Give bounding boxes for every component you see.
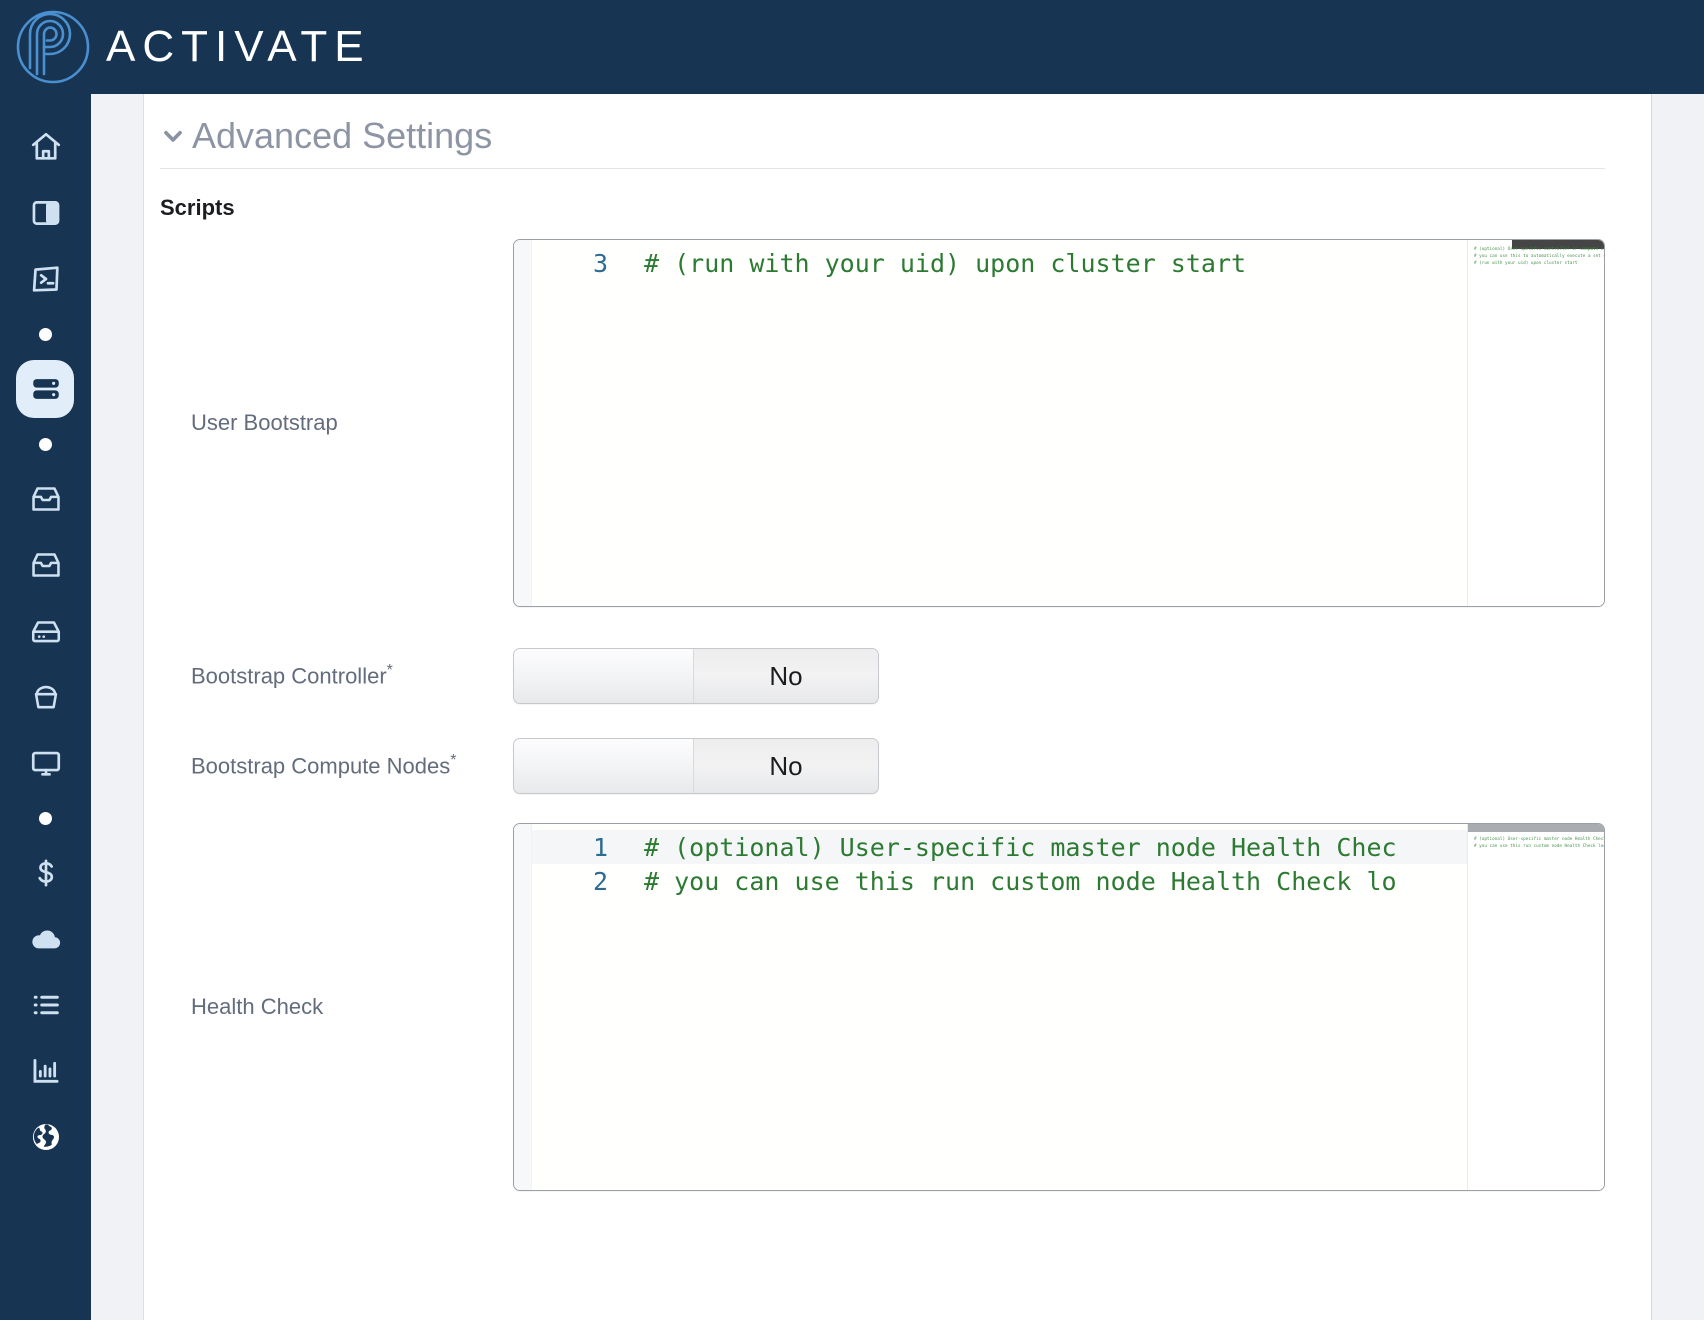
bootstrap-compute-nodes-label: Bootstrap Compute Nodes* bbox=[160, 752, 513, 779]
dollar-icon bbox=[29, 856, 63, 890]
sidebar-item-reports[interactable] bbox=[0, 1038, 91, 1104]
health-check-control: 1 # (optional) User-specific master node… bbox=[513, 823, 1605, 1191]
bootstrap-controller-toggle[interactable]: No bbox=[513, 648, 879, 704]
bootstrap-controller-label-text: Bootstrap Controller bbox=[191, 663, 387, 689]
sidebar-item-buckets[interactable] bbox=[0, 664, 91, 730]
sidebar-item-inbox-2[interactable] bbox=[0, 532, 91, 598]
toggle-value[interactable]: No bbox=[694, 649, 878, 703]
bootstrap-controller-label: Bootstrap Controller* bbox=[160, 662, 513, 689]
toggle-knob[interactable] bbox=[514, 739, 694, 793]
user-bootstrap-label-text: User Bootstrap bbox=[191, 410, 338, 435]
panel-icon bbox=[29, 196, 63, 230]
required-marker: * bbox=[450, 752, 457, 770]
scripts-subsection-title: Scripts bbox=[160, 195, 235, 220]
sidebar-separator-dot-1 bbox=[0, 312, 91, 356]
sidebar-item-terminal[interactable] bbox=[0, 246, 91, 312]
field-row-bootstrap-controller: Bootstrap Controller* No bbox=[160, 631, 1605, 721]
editor-text-area[interactable]: 3 # (run with your uid) upon cluster sta… bbox=[532, 240, 1467, 606]
editor-minimap[interactable]: # (optional) User-specific master node H… bbox=[1467, 824, 1604, 1190]
sidebar-item-jobs-list[interactable] bbox=[0, 972, 91, 1038]
monitor-icon bbox=[29, 746, 63, 780]
sidebar-item-clusters[interactable] bbox=[0, 356, 91, 422]
top-header-bar: ACTIVATE bbox=[0, 0, 1704, 94]
sidebar-item-remote-desktop[interactable] bbox=[0, 730, 91, 796]
health-check-label-text: Health Check bbox=[191, 994, 324, 1019]
activate-fingerprint-logo-icon[interactable] bbox=[14, 8, 92, 86]
content-area: Advanced Settings Scripts User Bootstrap… bbox=[91, 94, 1704, 1320]
minimap-line: # you can use this run custom node Healt… bbox=[1474, 844, 1605, 849]
field-row-health-check: Health Check 1 # (optional) User-specifi… bbox=[160, 823, 1605, 1191]
code-line: 2 # you can use this run custom node Hea… bbox=[532, 864, 1467, 898]
page-title: Advanced Settings bbox=[192, 115, 493, 156]
toggle-value[interactable]: No bbox=[694, 739, 878, 793]
app-root: ACTIVATE Advanced Settings Scripts User … bbox=[0, 0, 1704, 1320]
minimap-line: # you can use this to automatically exec… bbox=[1474, 254, 1605, 259]
line-code: # (run with your uid) upon cluster start bbox=[644, 248, 1247, 278]
code-line: 3 # (run with your uid) upon cluster sta… bbox=[532, 246, 1467, 280]
harddrive-icon bbox=[29, 614, 63, 648]
sidebar-item-home[interactable] bbox=[0, 114, 91, 180]
bootstrap-compute-nodes-label-text: Bootstrap Compute Nodes bbox=[191, 753, 451, 779]
advanced-settings-header[interactable]: Advanced Settings bbox=[160, 118, 1605, 169]
chevron-down-icon[interactable] bbox=[160, 123, 186, 149]
minimap-line: # (run with your uid) upon cluster start bbox=[1474, 261, 1578, 266]
sidebar-item-cloud[interactable] bbox=[0, 906, 91, 972]
toggle-knob[interactable] bbox=[514, 649, 694, 703]
minimap-line: # (optional) User-specific controller or… bbox=[1474, 247, 1605, 252]
sidebar-item-storage[interactable] bbox=[0, 598, 91, 664]
line-number: 2 bbox=[592, 866, 608, 896]
dot-icon bbox=[39, 811, 52, 825]
list-icon bbox=[29, 988, 63, 1022]
left-sidebar-nav bbox=[0, 94, 91, 1320]
field-row-bootstrap-compute-nodes: Bootstrap Compute Nodes* No bbox=[160, 721, 1605, 811]
bucket-icon bbox=[29, 680, 63, 714]
inbox-icon bbox=[29, 548, 63, 582]
sidebar-item-region[interactable] bbox=[0, 1104, 91, 1170]
editor-fold-gutter bbox=[514, 240, 532, 606]
line-number: 3 bbox=[592, 248, 608, 278]
dot-icon bbox=[39, 437, 52, 451]
line-number: 1 bbox=[592, 832, 608, 862]
inbox-icon bbox=[29, 482, 63, 516]
settings-panel: Advanced Settings Scripts User Bootstrap… bbox=[143, 94, 1652, 1320]
sidebar-item-billing[interactable] bbox=[0, 840, 91, 906]
line-code: # (optional) User-specific master node H… bbox=[644, 832, 1397, 862]
bootstrap-compute-nodes-toggle[interactable]: No bbox=[513, 738, 879, 794]
brand-title: ACTIVATE bbox=[106, 22, 371, 71]
user-bootstrap-control: 3 # (run with your uid) upon cluster sta… bbox=[513, 239, 1605, 607]
editor-text-area[interactable]: 1 # (optional) User-specific master node… bbox=[532, 824, 1467, 1190]
minimap-line: # (optional) User-specific master node H… bbox=[1474, 837, 1605, 842]
health-check-label: Health Check bbox=[160, 994, 513, 1020]
server-icon bbox=[29, 372, 63, 406]
bootstrap-controller-control: No bbox=[513, 648, 1605, 704]
editor-horizontal-scrollbar[interactable] bbox=[1468, 824, 1604, 832]
sidebar-separator-dot-3 bbox=[0, 796, 91, 840]
terminal-icon bbox=[29, 262, 63, 296]
user-bootstrap-label: User Bootstrap bbox=[160, 410, 513, 436]
globe-icon bbox=[29, 1120, 63, 1154]
sidebar-separator-dot-2 bbox=[0, 422, 91, 466]
home-icon bbox=[29, 130, 63, 164]
sidebar-item-dashboard-panel[interactable] bbox=[0, 180, 91, 246]
editor-fold-gutter bbox=[514, 824, 532, 1190]
sidebar-item-inbox-1[interactable] bbox=[0, 466, 91, 532]
editor-minimap[interactable]: # (optional) User-specific controller or… bbox=[1467, 240, 1604, 606]
dot-icon bbox=[39, 327, 52, 341]
required-marker: * bbox=[386, 662, 393, 680]
cloud-icon bbox=[29, 922, 63, 956]
health-check-code-editor[interactable]: 1 # (optional) User-specific master node… bbox=[513, 823, 1605, 1191]
line-code: # you can use this run custom node Healt… bbox=[644, 866, 1397, 896]
chart-icon bbox=[29, 1054, 63, 1088]
code-line: 1 # (optional) User-specific master node… bbox=[532, 830, 1467, 864]
bootstrap-compute-nodes-control: No bbox=[513, 738, 1605, 794]
user-bootstrap-code-editor[interactable]: 3 # (run with your uid) upon cluster sta… bbox=[513, 239, 1605, 607]
field-row-user-bootstrap: User Bootstrap 3 # (run with your uid) u… bbox=[160, 239, 1605, 607]
